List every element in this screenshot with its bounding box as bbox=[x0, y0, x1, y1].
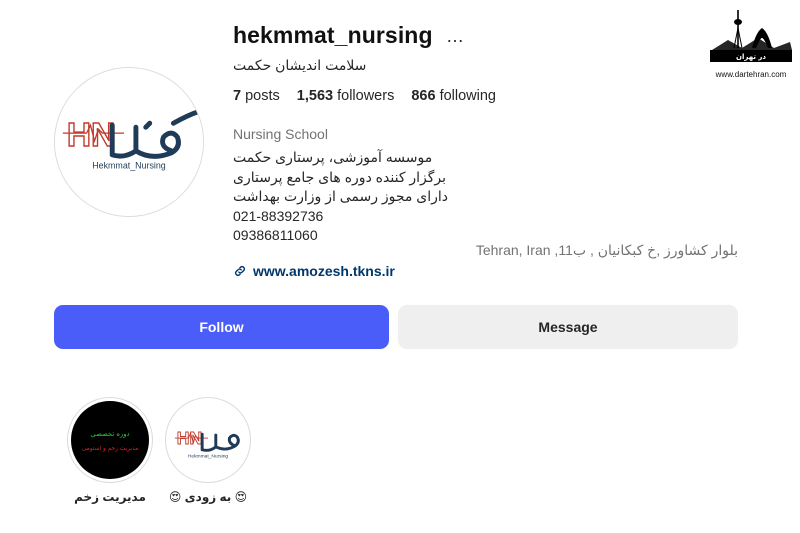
highlight-ring: دوره تخصصی مدیریت زخم و استومی bbox=[67, 397, 153, 483]
highlight-label: مدیریت زخم bbox=[74, 490, 146, 504]
profile-bio: موسسه آموزشی، پرستاری حکمت برگزار کننده … bbox=[233, 148, 448, 246]
profile-username: hekmmat_nursing bbox=[233, 22, 433, 48]
highlight-coming-soon[interactable]: HN Hekmmat_Nursing 😍 به زودی 😍 bbox=[164, 397, 252, 504]
dartehran-watermark: در تهران www.dartehran.com bbox=[708, 8, 794, 86]
posts-label: posts bbox=[245, 88, 280, 104]
bio-mobile: 09386811060 bbox=[233, 227, 318, 243]
following-stat[interactable]: 866 following bbox=[411, 88, 496, 104]
highlight-label: 😍 به زودی 😍 bbox=[168, 490, 248, 504]
bio-line: موسسه آموزشی، پرستاری حکمت bbox=[233, 149, 433, 165]
avatar-caption: Hekmmat_Nursing bbox=[92, 161, 166, 171]
bio-line: دارای مجوز رسمی از وزارت بهداشت bbox=[233, 188, 449, 204]
message-button[interactable]: Message bbox=[398, 305, 738, 349]
profile-address: بلوار کشاورز ,خ کبکانیان , ب11, Tehran, … bbox=[475, 242, 738, 258]
milad-tower-logo: در تهران bbox=[710, 10, 792, 62]
profile-website-link[interactable]: www.amozesh.tkns.ir bbox=[233, 263, 395, 279]
profile-category: Nursing School bbox=[233, 126, 328, 142]
watermark-brand: در تهران bbox=[736, 53, 766, 61]
more-options-icon[interactable]: … bbox=[446, 26, 464, 46]
highlight-cover-caption: Hekmmat_Nursing bbox=[188, 454, 229, 460]
bio-line: برگزار کننده دوره های جامع پرستاری bbox=[233, 168, 447, 185]
highlight-cover: HN Hekmmat_Nursing bbox=[169, 401, 247, 479]
hekmat-logo: HN Hekmmat_Nursing bbox=[55, 68, 203, 216]
highlight-cover-subtitle: مدیریت زخم و استومی bbox=[82, 446, 138, 452]
following-count: 866 bbox=[411, 88, 436, 104]
followers-count: 1,563 bbox=[296, 88, 334, 104]
highlight-ring: HN Hekmmat_Nursing bbox=[165, 397, 251, 483]
highlight-wound-care[interactable]: دوره تخصصی مدیریت زخم و استومی مدیریت زخ… bbox=[66, 397, 154, 504]
posts-stat: 7 posts bbox=[233, 88, 280, 104]
highlight-cover-title: دوره تخصصی bbox=[90, 430, 129, 438]
link-icon bbox=[235, 266, 245, 276]
following-label: following bbox=[439, 88, 496, 104]
followers-stat[interactable]: 1,563 followers bbox=[297, 88, 395, 104]
bio-phone: 021-88392736 bbox=[233, 207, 324, 224]
profile-full-name: سلامت اندیشان حکمت bbox=[233, 57, 367, 73]
followers-label: followers bbox=[337, 88, 395, 104]
profile-avatar[interactable]: HN Hekmmat_Nursing bbox=[54, 67, 204, 217]
website-link-text[interactable]: www.amozesh.tkns.ir bbox=[253, 263, 395, 279]
posts-count: 7 bbox=[233, 88, 242, 104]
follow-button[interactable]: Follow bbox=[54, 305, 389, 349]
profile-stats: 7 posts 1,563 followers 866 following bbox=[233, 88, 496, 104]
highlight-cover: دوره تخصصی مدیریت زخم و استومی bbox=[71, 401, 149, 479]
svg-text:HN: HN bbox=[67, 117, 115, 154]
watermark-url: www.dartehran.com bbox=[715, 70, 787, 79]
